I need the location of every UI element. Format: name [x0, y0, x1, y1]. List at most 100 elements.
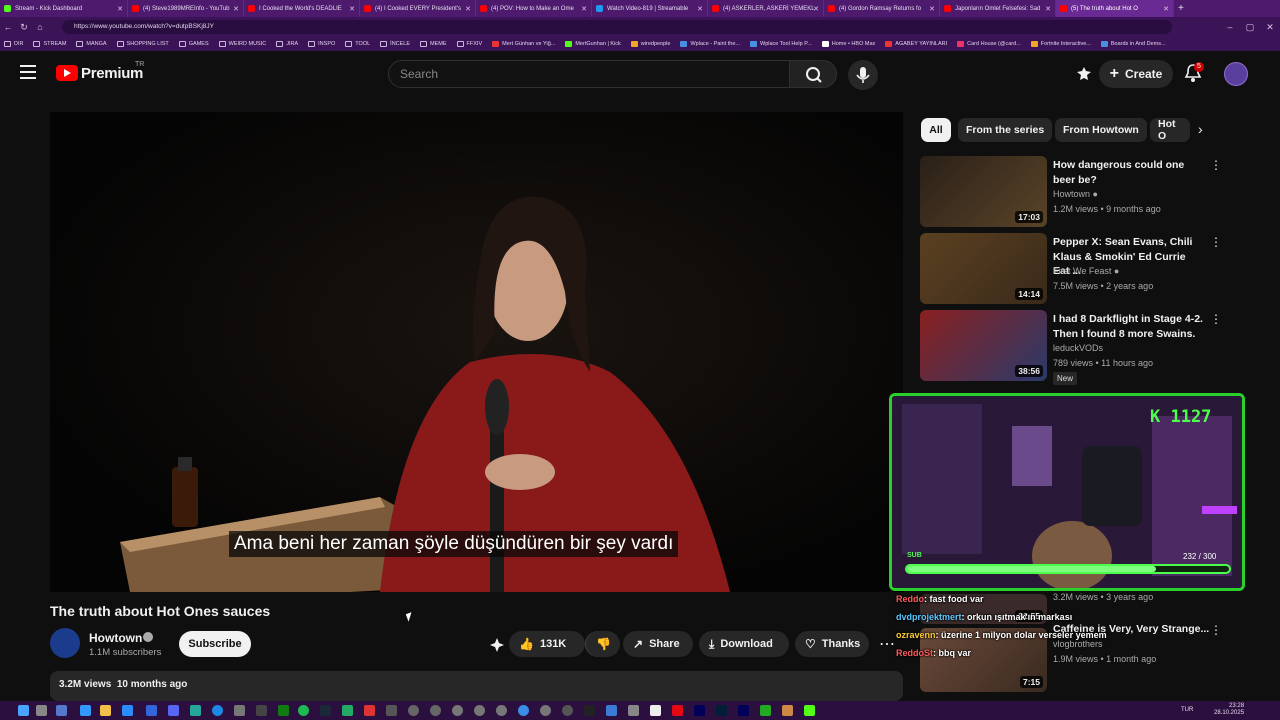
- video-thumbnail[interactable]: 14:14: [920, 233, 1047, 304]
- browser-tab[interactable]: (4) Steve1989MREInfo - YouTub ✕: [128, 0, 244, 17]
- close-icon[interactable]: ✕: [697, 5, 703, 13]
- app-icon[interactable]: [496, 705, 507, 716]
- app-icon[interactable]: [408, 705, 419, 716]
- bookmark[interactable]: Boards in And Dems...: [1100, 41, 1166, 47]
- browser-tab[interactable]: (4) ASKERLER, ASKERİ YEMEKL ✕: [708, 0, 824, 17]
- bookmark[interactable]: MertGunhan | Kick: [565, 41, 621, 47]
- chip-all[interactable]: All: [921, 118, 951, 142]
- video-thumbnail[interactable]: 38:56: [920, 310, 1047, 381]
- app-icon[interactable]: [56, 705, 67, 716]
- kebab-menu-icon[interactable]: ⋮: [1210, 623, 1222, 637]
- app-icon[interactable]: [518, 705, 529, 716]
- minimize-icon[interactable]: –: [1222, 22, 1238, 32]
- bookmark[interactable]: STREAM: [33, 41, 66, 47]
- more-actions-icon[interactable]: ⋯: [879, 634, 895, 654]
- app-icon[interactable]: [80, 705, 91, 716]
- download-button[interactable]: ⤓ Download: [699, 631, 789, 657]
- spotify-icon[interactable]: [298, 705, 309, 716]
- recommendation-channel[interactable]: leduckVODs: [1053, 343, 1103, 353]
- browser-tab[interactable]: Watch Video-819 | Streamable ✕: [592, 0, 708, 17]
- description-box[interactable]: 3.2M views 10 months ago: [50, 671, 903, 701]
- app-icon[interactable]: [606, 705, 617, 716]
- url-field[interactable]: https://www.youtube.com/watch?v=dutpBSKj…: [62, 20, 1172, 34]
- app-icon[interactable]: [562, 705, 573, 716]
- app-icon[interactable]: [122, 705, 133, 716]
- bookmark[interactable]: WEIRD MUSIC: [218, 41, 266, 47]
- bookmark[interactable]: FFXIV: [456, 41, 482, 47]
- app-icon[interactable]: [256, 705, 267, 716]
- chip-hot-ones[interactable]: Hot O: [1150, 118, 1190, 142]
- recommendation-title[interactable]: How dangerous could one beer be?: [1053, 158, 1203, 187]
- youtube-premium-logo[interactable]: Premium: [56, 65, 143, 82]
- video-player[interactable]: [50, 112, 903, 592]
- start-icon[interactable]: [18, 705, 29, 716]
- app-icon[interactable]: [146, 705, 157, 716]
- close-icon[interactable]: ✕: [465, 5, 471, 13]
- bookmark[interactable]: INSPO: [308, 41, 335, 47]
- channel-name[interactable]: Howtown: [89, 631, 142, 645]
- discord-icon[interactable]: [168, 705, 179, 716]
- folder-icon[interactable]: [100, 705, 111, 716]
- app-icon[interactable]: [672, 705, 683, 716]
- subscribe-button[interactable]: Subscribe: [179, 631, 251, 657]
- home-icon[interactable]: ⌂: [32, 22, 48, 32]
- search-button[interactable]: [789, 60, 837, 88]
- app-icon[interactable]: [540, 705, 551, 716]
- reload-icon[interactable]: ↻: [16, 22, 32, 33]
- close-icon[interactable]: ✕: [233, 5, 239, 13]
- close-window-icon[interactable]: ✕: [1262, 22, 1278, 33]
- channel-avatar[interactable]: [50, 628, 80, 658]
- search-input[interactable]: [389, 61, 789, 87]
- photoshop-icon[interactable]: [716, 705, 727, 716]
- browser-tab[interactable]: I Cooked the World's DEADLIE ✕: [244, 0, 360, 17]
- browser-tab[interactable]: (4) POV: How to Make an Ome ✕: [476, 0, 592, 17]
- after-effects-icon[interactable]: [694, 705, 705, 716]
- dislike-button[interactable]: 👎: [585, 631, 620, 657]
- recommendation-item[interactable]: 17:03 How dangerous could one beer be? H…: [920, 156, 1222, 228]
- close-icon[interactable]: ✕: [1045, 5, 1051, 13]
- bookmark[interactable]: Mert Günhan ve Yiğ...: [492, 41, 555, 47]
- like-button[interactable]: 👍 131K: [509, 631, 585, 657]
- close-icon[interactable]: ✕: [349, 5, 355, 13]
- back-icon[interactable]: ←: [0, 22, 16, 32]
- app-icon[interactable]: [342, 705, 353, 716]
- video-thumbnail[interactable]: 17:03: [920, 156, 1047, 227]
- bookmark[interactable]: Wplace - Paint the...: [680, 41, 740, 47]
- app-icon[interactable]: [782, 705, 793, 716]
- bookmark[interactable]: DIR: [4, 41, 23, 47]
- browser-tab[interactable]: (4) I Cooked EVERY President's ✕: [360, 0, 476, 17]
- app-icon[interactable]: [430, 705, 441, 716]
- close-icon[interactable]: ✕: [813, 5, 819, 13]
- bookmark[interactable]: wiredpeople: [630, 41, 670, 47]
- thanks-button[interactable]: ♡ Thanks: [795, 631, 869, 657]
- bookmark[interactable]: TOOL: [345, 41, 370, 47]
- steam-icon[interactable]: [320, 705, 331, 716]
- sparkle-icon[interactable]: [488, 636, 506, 654]
- bookmark[interactable]: Home • HBO Max: [821, 41, 875, 47]
- kebab-menu-icon[interactable]: ⋮: [1210, 235, 1222, 249]
- bookmark[interactable]: AGABEY YAYINLARI: [885, 41, 947, 47]
- recommendation-channel[interactable]: vlogbrothers: [1053, 639, 1103, 649]
- edge-icon[interactable]: [212, 705, 223, 716]
- create-button[interactable]: + Create: [1099, 60, 1173, 88]
- close-icon[interactable]: ✕: [581, 5, 587, 13]
- bookmark[interactable]: JIRA: [276, 41, 298, 47]
- browser-tab-active[interactable]: (5) The truth about Hot O ✕: [1056, 0, 1174, 17]
- app-icon[interactable]: [364, 705, 375, 716]
- bookmark[interactable]: MANGA: [76, 41, 107, 47]
- app-icon[interactable]: [650, 705, 661, 716]
- close-icon[interactable]: ✕: [1163, 5, 1169, 13]
- new-tab-button[interactable]: +: [1174, 0, 1194, 17]
- voice-search-button[interactable]: [848, 60, 878, 90]
- browser-tab[interactable]: Stream - Kick Dashboard ✕: [0, 0, 128, 17]
- share-button[interactable]: ↗ Share: [623, 631, 693, 657]
- kick-icon[interactable]: [804, 705, 815, 716]
- bookmark[interactable]: GAMES: [178, 41, 209, 47]
- bookmark[interactable]: Wplace Tool Help P...: [750, 41, 812, 47]
- close-icon[interactable]: ✕: [117, 5, 123, 13]
- recommendation-item[interactable]: 38:56 I had 8 Darkflight in Stage 4-2. T…: [920, 310, 1222, 385]
- app-icon[interactable]: [386, 705, 397, 716]
- recommendation-channel[interactable]: First We Feast ●: [1053, 266, 1119, 276]
- bookmark[interactable]: MEME: [420, 41, 447, 47]
- app-icon[interactable]: [760, 705, 771, 716]
